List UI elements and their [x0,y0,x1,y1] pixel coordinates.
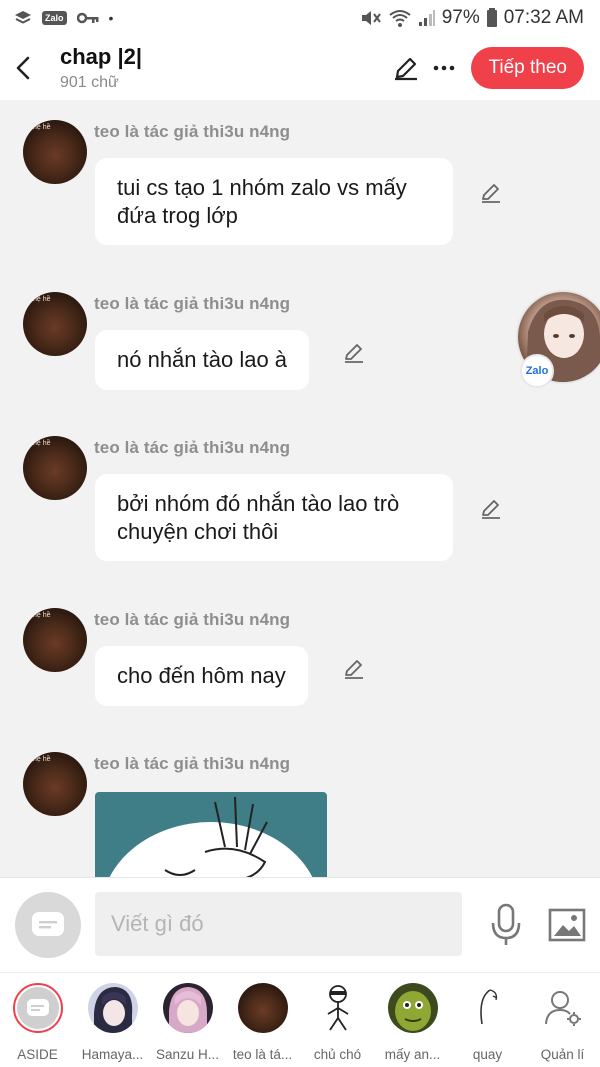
tab-teo[interactable]: teo là tá... [225,973,300,1067]
edit-message-icon[interactable] [341,656,367,682]
tab-label: ASIDE [17,1047,58,1062]
signal-icon [418,10,435,26]
tab-chu-cho[interactable]: chủ chó [300,973,375,1067]
title-block: chap |2| 901 chữ [46,44,387,92]
message-input[interactable] [95,892,462,956]
zalo-notification-icon: Zalo [42,11,67,25]
avatar [313,983,363,1033]
manage-avatar [538,983,588,1033]
tab-label: Quản lí [540,1047,585,1062]
avatar [237,983,288,1033]
chat-area[interactable]: hệ hề teo là tác giả thi3u n4ng tui cs t… [0,100,600,877]
message-bubble[interactable]: bởi nhóm đó nhắn tào lao trò chuyện chơi… [95,474,453,561]
tab-label: Sanzu H... [155,1047,220,1062]
status-bar: Zalo • 97% 07:32 AM [0,0,600,36]
edit-message-icon[interactable] [478,180,504,206]
wifi-icon [389,10,411,27]
word-count: 901 chữ [60,74,119,91]
message-bubble[interactable]: nó nhắn tào lao à [95,330,310,390]
edit-message-icon[interactable] [478,496,504,522]
more-button[interactable] [425,48,463,88]
user-settings-icon [544,991,581,1026]
message-bubble[interactable]: tui cs tạo 1 nhóm zalo vs mấy đứa trog l… [95,158,453,245]
tab-manage[interactable]: Quản lí [525,973,600,1067]
clock: 07:32 AM [503,7,584,28]
sender-name: teo là tác giả thi3u n4ng [94,438,291,457]
back-button[interactable] [0,36,46,100]
character-avatar-image [162,983,213,1033]
tab-hamaya[interactable]: Hamaya... [75,973,150,1067]
battery-percent: 97% [441,7,480,28]
tab-label: mấy an... [384,1047,441,1062]
chevron-left-icon [16,56,30,80]
sender-avatar[interactable]: hệ hề [23,752,87,816]
status-right-icons: 97% 07:32 AM [360,7,584,29]
sender-name: teo là tác giả thi3u n4ng [94,122,291,141]
edit-chapter-button[interactable] [387,48,425,88]
tab-label: chủ chó [313,1047,362,1062]
sender-avatar[interactable]: hệ hề [23,608,87,672]
edit-message-icon[interactable] [341,340,367,366]
sketch-avatar-image [479,989,497,1025]
sender-avatar[interactable]: hệ hề [23,292,87,356]
avatar [387,983,438,1033]
sender-avatar[interactable]: hệ hề [23,120,87,184]
microphone-icon[interactable] [488,903,524,947]
tab-label: teo là tá... [232,1047,293,1062]
character-avatar-image [87,983,138,1033]
avatar [162,983,213,1033]
character-avatar-image [387,983,438,1033]
composer-bar [0,877,600,972]
page-title: chap |2| [60,44,143,69]
sender-name: teo là tác giả thi3u n4ng [94,610,291,629]
aside-avatar [12,983,63,1033]
more-dots-icon [434,65,455,71]
mute-icon [361,11,381,25]
pencil-icon [395,57,418,81]
app-header: chap |2| 901 chữ Tiếp theo [0,36,600,100]
avatar [87,983,138,1033]
tab-label: Hamaya... [81,1047,144,1062]
status-left-icons: Zalo • [14,9,113,27]
character-tab-bar: ASIDE Hamaya... Sanzu H... teo là tá... … [0,972,600,1067]
zalo-badge-icon: Zalo [520,354,554,388]
tab-aside[interactable]: ASIDE [0,973,75,1067]
image-picker-icon[interactable] [548,908,586,942]
sender-name: teo là tác giả thi3u n4ng [94,294,291,313]
key-icon [76,12,99,24]
tab-quay[interactable]: quay [450,973,525,1067]
sender-avatar[interactable]: hệ hề [23,436,87,500]
image-message[interactable] [95,792,327,877]
tab-may-an[interactable]: mấy an... [375,973,450,1067]
layers-icon [15,11,31,24]
tab-label: quay [472,1047,503,1062]
avatar [463,983,513,1033]
battery-icon [486,8,497,27]
aside-toggle-button[interactable] [15,892,81,958]
chat-bubble-icon [26,999,49,1016]
stick-figure-icon [327,985,348,1031]
chat-bubble-icon [32,912,64,936]
meme-image [109,796,313,877]
next-button[interactable]: Tiếp theo [471,47,584,89]
sender-name: teo là tác giả thi3u n4ng [94,754,291,773]
more-notifications-dot: • [108,10,114,26]
tab-sanzu[interactable]: Sanzu H... [150,973,225,1067]
message-bubble[interactable]: cho đến hôm nay [95,646,308,706]
